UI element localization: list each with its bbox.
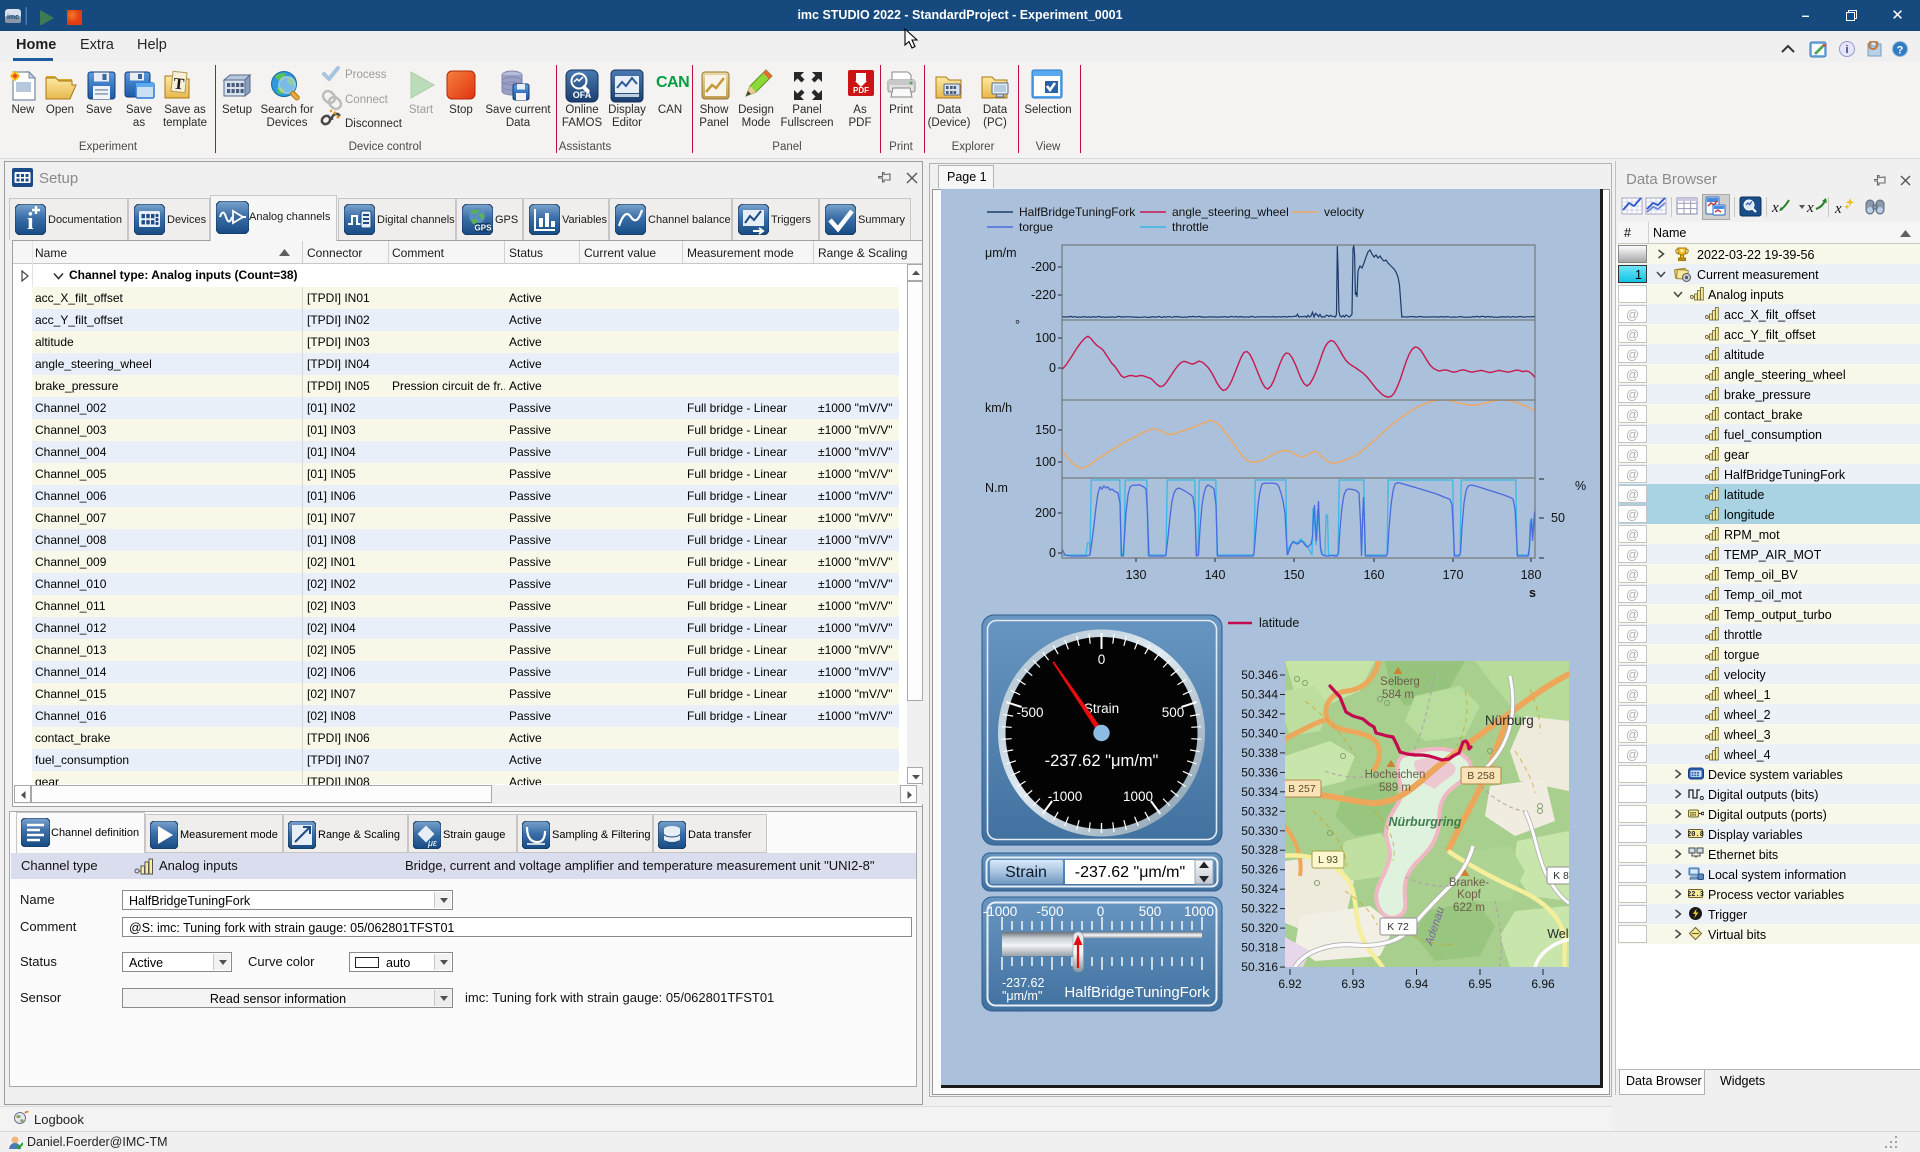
svg-text:HalfBridgeTuningFork: HalfBridgeTuningFork [1019,205,1136,219]
svg-text:50.322: 50.322 [1241,902,1278,916]
svg-text:i: i [1845,44,1848,56]
svg-text:50.338: 50.338 [1241,746,1278,760]
svg-text:170: 170 [1443,568,1464,582]
svg-text:"μm/m": "μm/m" [1002,989,1042,1003]
svg-text:latitude: latitude [1259,616,1299,630]
svg-text:i: i [27,209,34,235]
svg-text:6.96: 6.96 [1531,977,1555,991]
svg-text:-1000: -1000 [1048,789,1083,804]
svg-text:B 257: B 257 [1288,783,1316,795]
svg-text:180: 180 [1521,568,1542,582]
svg-text:B 258: B 258 [1467,770,1495,782]
svg-text:-220: -220 [1031,288,1056,302]
svg-text:50.334: 50.334 [1241,785,1278,799]
svg-text:x: x [1834,201,1842,217]
svg-text:150: 150 [1284,568,1305,582]
svg-text:%: % [1575,479,1586,493]
svg-text:x: x [1771,200,1779,216]
svg-text:με: με [427,838,438,848]
svg-text:km/h: km/h [985,401,1012,415]
svg-text:-1000: -1000 [983,904,1018,919]
svg-text:K 8: K 8 [1553,870,1569,882]
svg-text:140: 140 [1205,568,1226,582]
svg-text:PDF: PDF [853,86,869,95]
svg-text:0: 0 [1097,904,1105,919]
svg-text:50.330: 50.330 [1241,824,1278,838]
svg-text:torgue: torgue [1019,220,1053,234]
svg-text:throttle: throttle [1172,220,1209,234]
svg-text:0: 0 [1049,361,1056,375]
svg-text:HalfBridgeTuningFork: HalfBridgeTuningFork [1064,984,1210,1001]
svg-text:50.346: 50.346 [1241,668,1278,682]
svg-text:-237.62 "μm/m": -237.62 "μm/m" [1045,752,1159,770]
svg-text:-237.62: -237.62 [1002,976,1044,990]
svg-text:50.320: 50.320 [1241,921,1278,935]
svg-text:50.328: 50.328 [1241,843,1278,857]
svg-text:50.332: 50.332 [1241,804,1278,818]
svg-text:50.340: 50.340 [1241,726,1278,740]
svg-text:50.318: 50.318 [1241,941,1278,955]
svg-text:1000: 1000 [1184,904,1214,919]
svg-text:100: 100 [1035,455,1056,469]
svg-text:50.336: 50.336 [1241,765,1278,779]
svg-text:angle_steering_wheel: angle_steering_wheel [1172,205,1289,219]
svg-text:Nürburg: Nürburg [1485,713,1534,728]
svg-text:6.95: 6.95 [1468,977,1492,991]
svg-text:50: 50 [1551,511,1565,525]
svg-text:K 72: K 72 [1387,921,1409,933]
svg-text:?: ? [1897,45,1904,57]
svg-text:CAN: CAN [656,74,689,91]
svg-text:Kopf: Kopf [1457,889,1481,901]
svg-text:500: 500 [1139,904,1162,919]
svg-text:160: 160 [1364,568,1385,582]
svg-text:500: 500 [1162,705,1185,720]
svg-text:6.94: 6.94 [1405,977,1429,991]
svg-text:x: x [1806,200,1814,216]
svg-text:N.m: N.m [985,481,1008,495]
svg-text:50.342: 50.342 [1241,707,1278,721]
svg-text:s: s [1529,586,1536,600]
svg-text:-237.62 "μm/m": -237.62 "μm/m" [1075,864,1185,881]
svg-text:0: 0 [1049,546,1056,560]
svg-text:Branke-: Branke- [1449,877,1489,889]
svg-text:50.344: 50.344 [1241,688,1278,702]
svg-text:22.3: 22.3 [1688,891,1704,899]
svg-text:velocity: velocity [1324,205,1364,219]
svg-text:1000: 1000 [1123,789,1153,804]
svg-text:Nürburgring: Nürburgring [1389,815,1462,829]
svg-text:°: ° [1015,318,1020,332]
svg-text:-200: -200 [1031,260,1056,274]
svg-text:-500: -500 [1016,705,1043,720]
svg-text:50.324: 50.324 [1241,882,1278,896]
svg-text:6.92: 6.92 [1278,977,1302,991]
svg-text:Hocheichen: Hocheichen [1365,769,1426,781]
svg-text:589 m: 589 m [1379,782,1411,794]
svg-text:200: 200 [1035,506,1056,520]
svg-text:μm/m: μm/m [985,246,1017,260]
svg-text:6.93: 6.93 [1341,977,1365,991]
svg-text:100: 100 [1035,331,1056,345]
svg-text:GPS: GPS [475,224,493,233]
svg-text:622 m: 622 m [1453,902,1485,914]
svg-text:20.8: 20.8 [1688,831,1704,839]
svg-text:50.316: 50.316 [1241,960,1278,974]
svg-text:L 93: L 93 [1318,854,1338,866]
svg-text:0: 0 [1098,652,1106,667]
svg-text:OFA: OFA [573,90,592,100]
svg-text:-500: -500 [1036,904,1063,919]
svg-text:50.326: 50.326 [1241,863,1278,877]
svg-text:584 m: 584 m [1382,689,1414,701]
svg-text:130: 130 [1126,568,1147,582]
svg-text:Strain: Strain [1005,864,1047,881]
svg-text:Selberg: Selberg [1380,676,1420,688]
svg-text:T: T [173,75,186,93]
svg-text:150: 150 [1035,423,1056,437]
